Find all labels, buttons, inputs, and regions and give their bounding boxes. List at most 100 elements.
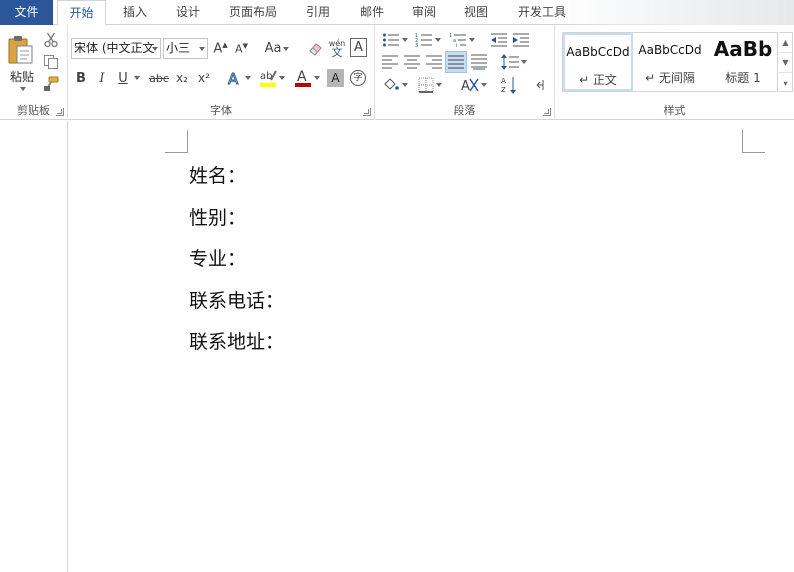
tab-review[interactable]: 审阅 bbox=[400, 0, 448, 25]
underline-dropdown-icon bbox=[133, 76, 140, 80]
shading-button[interactable] bbox=[380, 75, 410, 95]
doc-line-name[interactable]: 姓名： bbox=[189, 161, 246, 188]
font-group: 宋体 (中文正文 小三 A▲ A▼ Aa wén 文 A B I U abc x… bbox=[68, 25, 375, 120]
bullets-dropdown-icon bbox=[402, 38, 408, 42]
font-size-dropdown-icon[interactable] bbox=[199, 47, 205, 51]
font-name-dropdown-icon[interactable] bbox=[152, 47, 158, 51]
justify-button[interactable] bbox=[445, 51, 467, 73]
underline-icon: U bbox=[118, 70, 128, 86]
svg-text:A: A bbox=[297, 69, 307, 85]
align-center-button[interactable] bbox=[402, 52, 422, 72]
tab-home[interactable]: 开始 bbox=[57, 0, 106, 26]
show-marks-button[interactable] bbox=[530, 75, 550, 95]
highlight-dropdown-icon bbox=[279, 76, 285, 80]
doc-line-phone[interactable]: 联系电话： bbox=[189, 286, 284, 313]
distributed-icon bbox=[471, 54, 487, 70]
tab-mailings[interactable]: 邮件 bbox=[348, 0, 396, 25]
paragraph-group-label: 段落 bbox=[453, 104, 476, 117]
styles-gallery: AaBbCcDd ↵ 正文 AaBbCcDd ↵ 无间隔 AaBb 标题 1 bbox=[562, 32, 778, 92]
paste-button[interactable]: 粘贴 bbox=[2, 28, 38, 94]
gallery-more-icon[interactable]: ▾ bbox=[779, 73, 792, 93]
numbering-button[interactable]: 1 2 3 bbox=[413, 30, 443, 50]
sort-button[interactable]: AZ bbox=[499, 75, 519, 95]
character-shading-button[interactable]: A bbox=[327, 69, 344, 87]
superscript-button[interactable]: x² bbox=[194, 68, 214, 88]
underline-button[interactable]: U bbox=[115, 68, 143, 88]
style-name: ↵ 无间隔 bbox=[645, 71, 695, 85]
clipboard-launcher-icon[interactable] bbox=[56, 108, 64, 116]
chinese-layout-button[interactable]: A bbox=[459, 75, 489, 95]
tab-page-layout[interactable]: 页面布局 bbox=[220, 0, 286, 25]
borders-icon bbox=[418, 77, 434, 93]
font-group-label: 字体 bbox=[210, 104, 232, 117]
multilevel-list-button[interactable]: 1 a i bbox=[447, 30, 477, 50]
tab-view[interactable]: 视图 bbox=[452, 0, 500, 25]
font-name-combo[interactable]: 宋体 (中文正文 bbox=[71, 38, 161, 59]
subscript-button[interactable]: x₂ bbox=[172, 68, 192, 88]
change-case-button[interactable]: Aa bbox=[259, 38, 295, 59]
gallery-down-icon[interactable]: ▼ bbox=[779, 53, 792, 73]
font-size-combo[interactable]: 小三 bbox=[163, 38, 208, 59]
bold-button[interactable]: B bbox=[72, 68, 90, 88]
borders-dropdown-icon bbox=[436, 83, 442, 87]
format-painter-button[interactable] bbox=[42, 75, 60, 93]
phonetic-guide-bottom: 文 bbox=[331, 46, 343, 59]
italic-button[interactable]: I bbox=[93, 68, 111, 88]
chinese-layout-icon: A bbox=[461, 78, 479, 93]
line-spacing-dropdown-icon bbox=[521, 60, 527, 64]
paint-bucket-icon bbox=[384, 78, 399, 90]
align-left-icon bbox=[382, 55, 398, 69]
style-heading-1[interactable]: AaBb 标题 1 bbox=[709, 33, 777, 91]
font-size-value: 小三 bbox=[166, 41, 191, 55]
increase-indent-icon bbox=[513, 33, 529, 47]
grow-font-icon: A▲ bbox=[213, 40, 228, 57]
distributed-button[interactable] bbox=[469, 52, 489, 72]
line-spacing-button[interactable] bbox=[499, 52, 529, 72]
copy-button[interactable] bbox=[42, 53, 60, 71]
phonetic-guide-button[interactable]: wén 文 bbox=[327, 36, 347, 60]
gallery-up-icon[interactable]: ▲ bbox=[779, 33, 792, 53]
tab-design[interactable]: 设计 bbox=[163, 0, 213, 25]
highlighter-icon: ab bbox=[260, 70, 277, 87]
shrink-font-button[interactable]: A▼ bbox=[232, 38, 251, 59]
doc-line-gender[interactable]: 性别： bbox=[189, 203, 246, 230]
character-shading-icon: A bbox=[331, 71, 340, 85]
decrease-indent-button[interactable] bbox=[489, 30, 509, 50]
highlight-button[interactable]: ab bbox=[257, 66, 287, 90]
character-border-icon: A bbox=[354, 40, 363, 55]
word-window: 文件 开始 插入 设计 页面布局 引用 邮件 审阅 视图 开发工具 粘贴 剪贴板… bbox=[0, 0, 794, 572]
doc-line-major[interactable]: 专业： bbox=[189, 244, 246, 271]
document-page[interactable] bbox=[69, 121, 794, 572]
paragraph-launcher-icon[interactable] bbox=[543, 108, 551, 116]
text-effects-button[interactable]: A bbox=[223, 67, 253, 89]
paragraph-group: 1 2 3 1 a i A A Z 段落 bbox=[375, 25, 555, 120]
style-normal[interactable]: AaBbCcDd ↵ 正文 bbox=[563, 33, 633, 91]
align-right-button[interactable] bbox=[424, 52, 444, 72]
bullets-button[interactable] bbox=[380, 30, 410, 50]
character-border-button[interactable]: A bbox=[350, 38, 367, 57]
enclose-characters-button[interactable]: 字 bbox=[348, 68, 368, 88]
tab-insert[interactable]: 插入 bbox=[110, 0, 160, 25]
title-decoration bbox=[554, 0, 794, 25]
style-no-spacing[interactable]: AaBbCcDd ↵ 无间隔 bbox=[635, 33, 705, 91]
text-effects-dropdown-icon bbox=[245, 76, 251, 80]
font-color-icon: A bbox=[295, 69, 311, 87]
change-case-label: Aa bbox=[264, 41, 282, 56]
align-left-button[interactable] bbox=[380, 52, 400, 72]
cut-button[interactable] bbox=[42, 31, 60, 49]
tab-file[interactable]: 文件 bbox=[0, 0, 53, 25]
font-launcher-icon[interactable] bbox=[363, 108, 371, 116]
crop-mark-top-right bbox=[742, 130, 765, 153]
chinese-layout-dropdown-icon bbox=[481, 83, 487, 87]
tab-references[interactable]: 引用 bbox=[294, 0, 342, 25]
font-color-button[interactable]: A bbox=[292, 66, 322, 90]
borders-button[interactable] bbox=[415, 75, 445, 95]
svg-text:1: 1 bbox=[449, 33, 452, 39]
strikethrough-icon: abc bbox=[149, 71, 169, 85]
clear-formatting-button[interactable] bbox=[305, 38, 325, 59]
increase-indent-button[interactable] bbox=[511, 30, 531, 50]
tab-developer[interactable]: 开发工具 bbox=[506, 0, 578, 25]
grow-font-button[interactable]: A▲ bbox=[211, 38, 230, 59]
doc-line-address[interactable]: 联系地址： bbox=[189, 327, 284, 354]
strikethrough-button[interactable]: abc bbox=[148, 68, 170, 88]
